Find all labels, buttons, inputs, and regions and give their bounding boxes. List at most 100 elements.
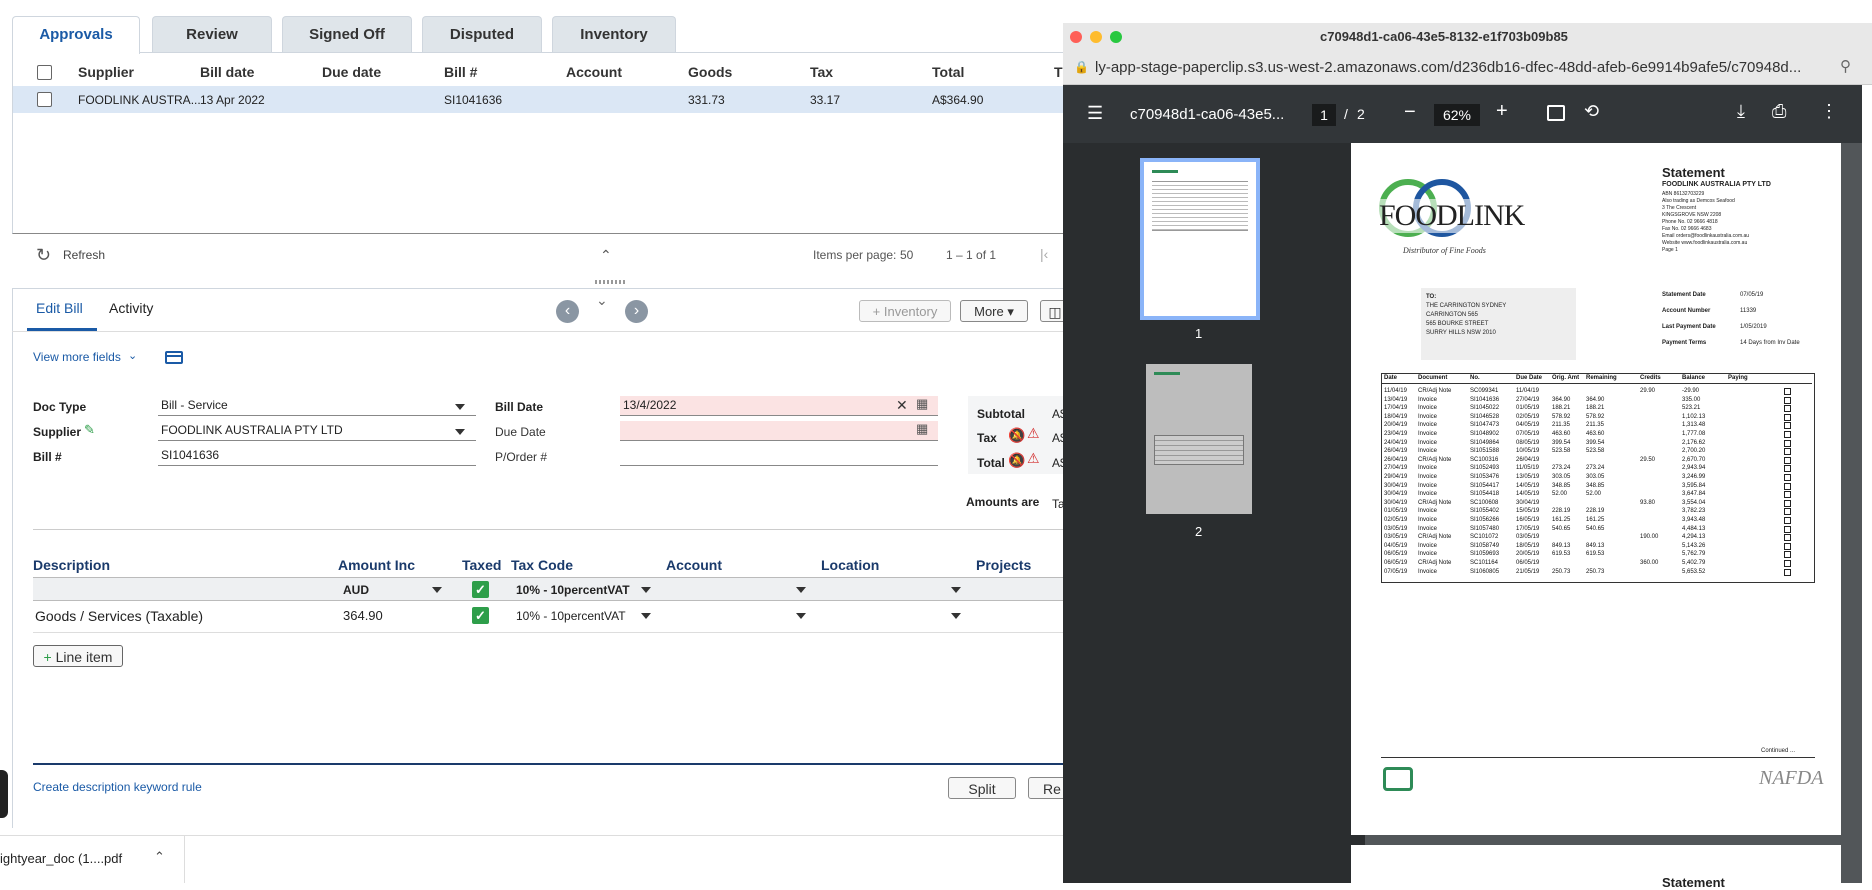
paying-checkbox[interactable] — [1784, 560, 1791, 567]
col-account[interactable]: Account — [566, 64, 622, 80]
total-bell-off-icon[interactable]: 🔕 — [1008, 452, 1025, 469]
print-icon[interactable]: ⎙ — [1772, 101, 1786, 122]
paying-checkbox[interactable] — [1784, 456, 1791, 464]
chevron-down-icon[interactable]: ⌄ — [128, 349, 137, 362]
page-number-input[interactable]: 1 — [1312, 104, 1336, 126]
paying-checkbox[interactable] — [1784, 517, 1791, 524]
add-line-item-button[interactable]: + Line item — [33, 645, 123, 667]
currency-select[interactable]: AUD — [343, 583, 369, 597]
pencil-icon[interactable]: ✎ — [84, 422, 95, 438]
col-total[interactable]: Total — [932, 64, 964, 80]
paying-checkbox[interactable] — [1784, 405, 1791, 413]
more-button[interactable]: More ▾ — [960, 300, 1028, 322]
refresh-button[interactable]: Refresh — [63, 248, 105, 262]
paying-checkbox[interactable] — [1784, 413, 1791, 421]
tab-edit-bill[interactable]: Edit Bill — [36, 300, 83, 316]
line-taxed-checkbox[interactable]: ✓ — [472, 607, 489, 624]
select-all-checkbox[interactable] — [37, 65, 52, 80]
due-date-input[interactable] — [620, 421, 938, 441]
thumbnail-page-1[interactable] — [1140, 158, 1260, 320]
paying-checkbox[interactable] — [1784, 499, 1791, 507]
paying-checkbox[interactable] — [1784, 431, 1791, 438]
zoom-in-icon[interactable]: + — [1496, 100, 1508, 123]
zoom-search-icon[interactable]: ⚲ — [1840, 57, 1851, 75]
paying-checkbox[interactable] — [1784, 396, 1791, 404]
zoom-input[interactable]: 62% — [1434, 104, 1480, 126]
total-alert-icon[interactable]: ⚠ — [1027, 450, 1040, 467]
zoom-out-icon[interactable]: − — [1404, 101, 1416, 124]
paying-checkbox[interactable] — [1784, 542, 1791, 550]
more-options-icon[interactable]: ⋮ — [1820, 101, 1838, 122]
view-more-fields-link[interactable]: View more fields — [33, 350, 121, 364]
col-goods[interactable]: Goods — [688, 64, 732, 80]
inventory-button[interactable]: + Inventory — [859, 300, 951, 322]
side-panel-handle[interactable] — [0, 770, 8, 818]
items-per-page-select[interactable]: 50 — [900, 248, 913, 262]
line-location-caret-icon[interactable] — [951, 613, 961, 619]
download-chevron-up-icon[interactable]: ⌃ — [154, 849, 165, 865]
supplier-caret-icon[interactable] — [455, 429, 465, 435]
paying-checkbox[interactable] — [1784, 508, 1791, 516]
alert-icon[interactable]: ⚠ — [1027, 425, 1041, 441]
paying-checkbox[interactable] — [1784, 525, 1791, 533]
paying-checkbox[interactable] — [1784, 551, 1791, 559]
paying-checkbox[interactable] — [1784, 448, 1791, 456]
tab-activity[interactable]: Activity — [109, 300, 153, 316]
paying-checkbox[interactable] — [1784, 422, 1791, 430]
default-tax-code-select[interactable]: 10% - 10percentVAT — [516, 583, 630, 597]
doc-type-caret-icon[interactable] — [455, 404, 465, 410]
col-bill-date[interactable]: Bill date — [200, 64, 254, 80]
clear-icon[interactable]: ✕ — [896, 397, 908, 414]
col-tax[interactable]: Tax — [810, 64, 833, 80]
paying-checkbox[interactable] — [1784, 491, 1791, 499]
porder-input[interactable] — [620, 446, 938, 466]
col-bill-number[interactable]: Bill # — [444, 64, 477, 80]
taxed-default-checkbox[interactable]: ✓ — [472, 581, 489, 598]
tab-review[interactable]: Review — [152, 16, 272, 53]
bill-date-input[interactable]: 13/4/2022 — [620, 396, 938, 416]
calendar-icon[interactable]: ▦ — [916, 396, 928, 412]
prev-bill-icon[interactable]: ‹ — [556, 300, 579, 323]
rotate-icon[interactable]: ⟲ — [1584, 101, 1599, 122]
col-t[interactable]: T — [1054, 64, 1063, 80]
split-button[interactable]: Split — [948, 777, 1016, 799]
line-description[interactable]: Goods / Services (Taxable) — [35, 608, 203, 624]
next-bill-icon[interactable]: › — [625, 300, 648, 323]
thumbnail-page-2[interactable] — [1146, 364, 1252, 514]
fit-page-icon[interactable] — [1547, 105, 1565, 121]
currency-caret-icon[interactable] — [432, 587, 442, 593]
row-checkbox[interactable] — [37, 92, 52, 107]
line-account-caret-icon[interactable] — [796, 613, 806, 619]
tax-code-caret-icon[interactable] — [641, 587, 651, 593]
line-amount[interactable]: 364.90 — [343, 608, 383, 623]
tab-approvals[interactable]: Approvals — [12, 16, 140, 54]
paying-checkbox[interactable] — [1784, 482, 1791, 490]
supplier-select[interactable]: FOODLINK AUSTRALIA PTY LTD — [158, 421, 476, 441]
bell-off-icon[interactable]: 🔕 — [1008, 427, 1025, 444]
line-tax-code-select[interactable]: 10% - 10percentVAT — [516, 609, 626, 623]
paying-checkbox[interactable] — [1784, 465, 1791, 473]
doc-type-select[interactable]: Bill - Service — [158, 396, 476, 416]
bill-number-input[interactable]: SI1041636 — [158, 446, 476, 466]
col-supplier[interactable]: Supplier — [78, 64, 134, 80]
first-page-icon[interactable]: |‹ — [1040, 246, 1048, 262]
line-tax-caret-icon[interactable] — [641, 613, 651, 619]
tab-disputed[interactable]: Disputed — [422, 16, 542, 53]
col-due-date[interactable]: Due date — [322, 64, 381, 80]
location-caret-icon[interactable] — [951, 587, 961, 593]
paying-checkbox[interactable] — [1784, 474, 1791, 481]
due-calendar-icon[interactable]: ▦ — [916, 421, 928, 437]
zoom-window-icon[interactable] — [1110, 31, 1122, 43]
collapse-icon[interactable]: ⌃ — [600, 247, 612, 264]
paying-checkbox[interactable] — [1784, 388, 1791, 395]
menu-icon[interactable]: ☰ — [1087, 103, 1103, 124]
tab-signed-off[interactable]: Signed Off — [282, 16, 412, 53]
paying-checkbox[interactable] — [1784, 439, 1791, 447]
resize-handle[interactable] — [595, 280, 625, 284]
paying-checkbox[interactable] — [1784, 534, 1791, 542]
close-window-icon[interactable] — [1070, 31, 1082, 43]
card-icon[interactable] — [165, 351, 183, 364]
keyword-rule-link[interactable]: Create description keyword rule — [33, 780, 202, 794]
url-text[interactable]: ly-app-stage-paperclip.s3.us-west-2.amaz… — [1095, 59, 1801, 76]
download-icon[interactable]: ⤓ — [1737, 101, 1745, 122]
